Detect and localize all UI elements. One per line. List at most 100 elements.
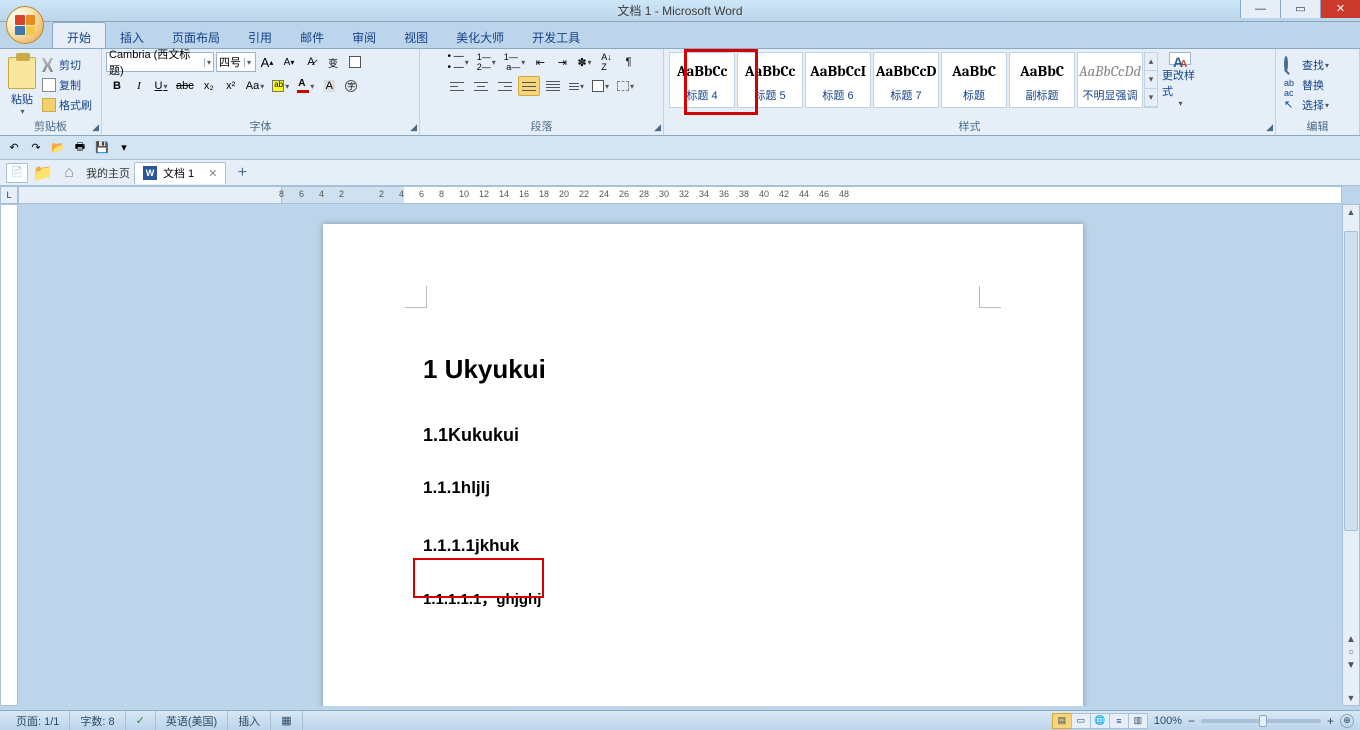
styles-expand[interactable]: ▴▾▾ xyxy=(1144,52,1158,108)
qat-redo[interactable]: ↷ xyxy=(28,140,44,156)
line-spacing-button[interactable]: ▾ xyxy=(566,76,587,96)
select-button[interactable]: ↖选择▾ xyxy=(1280,95,1333,115)
align-justify-button[interactable] xyxy=(518,76,540,96)
align-right-button[interactable] xyxy=(494,76,516,96)
strike-button[interactable]: abc xyxy=(173,76,197,96)
view-draft[interactable]: ▥ xyxy=(1128,713,1148,729)
tab-page-layout[interactable]: 页面布局 xyxy=(158,22,234,48)
decrease-indent-button[interactable]: ⇤ xyxy=(530,52,550,72)
borders-button[interactable]: ▾ xyxy=(614,76,637,96)
qat-print-preview[interactable]: 🖶 xyxy=(72,140,88,156)
next-page-button[interactable]: ▼ xyxy=(1346,660,1356,671)
qat-save[interactable]: 💾 xyxy=(94,140,110,156)
align-left-button[interactable] xyxy=(446,76,468,96)
format-painter-button[interactable]: 格式刷 xyxy=(42,95,92,115)
copy-button[interactable]: 复制 xyxy=(42,75,92,95)
find-button[interactable]: 查找▾ xyxy=(1280,55,1333,75)
tab-insert[interactable]: 插入 xyxy=(106,22,158,48)
char-shading-button[interactable]: A xyxy=(319,76,339,96)
tab-developer[interactable]: 开发工具 xyxy=(518,22,594,48)
font-dialog-launcher[interactable]: ◢ xyxy=(410,122,417,133)
view-outline[interactable]: ≡ xyxy=(1109,713,1129,729)
qat-dropdown[interactable]: ▾ xyxy=(116,140,132,156)
underline-button[interactable]: U▾ xyxy=(151,76,171,96)
style-title[interactable]: AaBbC标题 xyxy=(941,52,1007,108)
heading-5[interactable]: 1.1.1.1.1，ghjghj xyxy=(423,588,983,609)
show-marks-button[interactable]: ¶ xyxy=(619,52,639,72)
align-center-button[interactable] xyxy=(470,76,492,96)
zoom-out-button[interactable]: − xyxy=(1188,714,1195,728)
view-web[interactable]: 🌐 xyxy=(1090,713,1110,729)
style-subtitle[interactable]: AaBbC副标题 xyxy=(1009,52,1075,108)
status-words[interactable]: 字数: 8 xyxy=(70,711,125,730)
status-macro[interactable]: ▦ xyxy=(271,711,302,730)
replace-button[interactable]: abac替换 xyxy=(1280,75,1333,95)
document-tab-1[interactable]: W 文档 1 ✕ xyxy=(134,162,226,184)
style-subtle-emphasis[interactable]: AaBbCcDd不明显强调 xyxy=(1077,52,1143,108)
vertical-scrollbar[interactable]: ▲ ▲ ○ ▼ ▼ xyxy=(1342,204,1360,706)
asian-layout-button[interactable]: ✽▾ xyxy=(574,52,594,72)
change-case-button[interactable]: Aa▾ xyxy=(243,76,267,96)
char-border-button[interactable] xyxy=(345,52,365,72)
status-insert-mode[interactable]: 插入 xyxy=(228,711,271,730)
bullets-button[interactable]: • —• —▾ xyxy=(444,52,471,72)
vertical-ruler[interactable] xyxy=(0,204,18,706)
tab-references[interactable]: 引用 xyxy=(234,22,286,48)
increase-indent-button[interactable]: ⇥ xyxy=(552,52,572,72)
cut-button[interactable]: 剪切 xyxy=(42,55,92,75)
style-heading7[interactable]: AaBbCcD标题 7 xyxy=(873,52,939,108)
scrollbar-thumb[interactable] xyxy=(1344,231,1358,531)
document-area[interactable]: 1 Ukyukui 1.1Kukukui 1.1.1hljlj 1.1.1.1j… xyxy=(18,204,1342,706)
ruler-corner[interactable]: L xyxy=(0,186,18,204)
highlight-button[interactable]: ▾ xyxy=(269,76,292,96)
style-heading6[interactable]: AaBbCcI标题 6 xyxy=(805,52,871,108)
heading-3[interactable]: 1.1.1hljlj xyxy=(423,478,983,498)
close-button[interactable]: ✕ xyxy=(1320,0,1360,18)
bold-button[interactable]: B xyxy=(107,76,127,96)
zoom-slider[interactable] xyxy=(1201,719,1321,723)
styles-dialog-launcher[interactable]: ◢ xyxy=(1266,122,1273,133)
clear-format-button[interactable]: A̷ xyxy=(301,52,321,72)
heading-1[interactable]: 1 Ukyukui xyxy=(423,354,983,385)
tab-mail[interactable]: 邮件 xyxy=(286,22,338,48)
tab-beautify[interactable]: 美化大师 xyxy=(442,22,518,48)
close-tab-button[interactable]: ✕ xyxy=(208,167,217,180)
home-button[interactable]: ⌂ xyxy=(58,163,80,183)
heading-2[interactable]: 1.1Kukukui xyxy=(423,425,983,446)
prev-page-button[interactable]: ▲ xyxy=(1346,634,1356,645)
zoom-fit-button[interactable]: ⊕ xyxy=(1340,714,1354,728)
italic-button[interactable]: I xyxy=(129,76,149,96)
heading-4[interactable]: 1.1.1.1jkhuk xyxy=(423,536,519,556)
font-color-button[interactable]: ▾ xyxy=(294,76,317,96)
open-folder-button[interactable]: 📁 xyxy=(32,163,54,183)
distributed-align-button[interactable] xyxy=(542,76,564,96)
zoom-knob[interactable] xyxy=(1259,715,1267,727)
add-tab-button[interactable]: + xyxy=(232,163,252,183)
new-doc-button[interactable]: 📄 xyxy=(6,163,28,183)
paste-button[interactable]: 粘贴 ▾ xyxy=(4,53,40,117)
shading-button[interactable]: ▾ xyxy=(589,76,612,96)
numbering-button[interactable]: 1—2—▾ xyxy=(474,52,499,72)
zoom-percent[interactable]: 100% xyxy=(1154,715,1182,727)
style-heading4[interactable]: AaBbCc标题 4 xyxy=(669,52,735,108)
enclose-char-button[interactable]: 字 xyxy=(341,76,361,96)
clipboard-dialog-launcher[interactable]: ◢ xyxy=(92,122,99,133)
view-fullscreen[interactable]: ▭ xyxy=(1071,713,1091,729)
qat-open[interactable]: 📂 xyxy=(50,140,66,156)
browse-object-button[interactable]: ○ xyxy=(1348,647,1354,658)
page-content[interactable]: 1 Ukyukui 1.1Kukukui 1.1.1hljlj 1.1.1.1j… xyxy=(423,354,983,609)
office-button[interactable] xyxy=(6,6,44,44)
grow-font-button[interactable]: A▴ xyxy=(257,52,277,72)
paragraph-dialog-launcher[interactable]: ◢ xyxy=(654,122,661,133)
phonetic-button[interactable]: 变 xyxy=(323,52,343,72)
home-label[interactable]: 我的主页 xyxy=(86,165,130,181)
qat-undo-history[interactable]: ↶ xyxy=(6,140,22,156)
zoom-in-button[interactable]: + xyxy=(1327,714,1334,728)
horizontal-ruler[interactable]: 8642246810121416182022242628303234363840… xyxy=(18,186,1342,204)
font-name-combo[interactable]: Cambria (西文标题)▾ xyxy=(106,52,214,72)
status-page[interactable]: 页面: 1/1 xyxy=(6,711,70,730)
status-language[interactable]: 英语(美国) xyxy=(156,711,228,730)
tab-review[interactable]: 审阅 xyxy=(338,22,390,48)
multilevel-button[interactable]: 1— a—▾ xyxy=(501,52,529,72)
superscript-button[interactable]: x² xyxy=(221,76,241,96)
